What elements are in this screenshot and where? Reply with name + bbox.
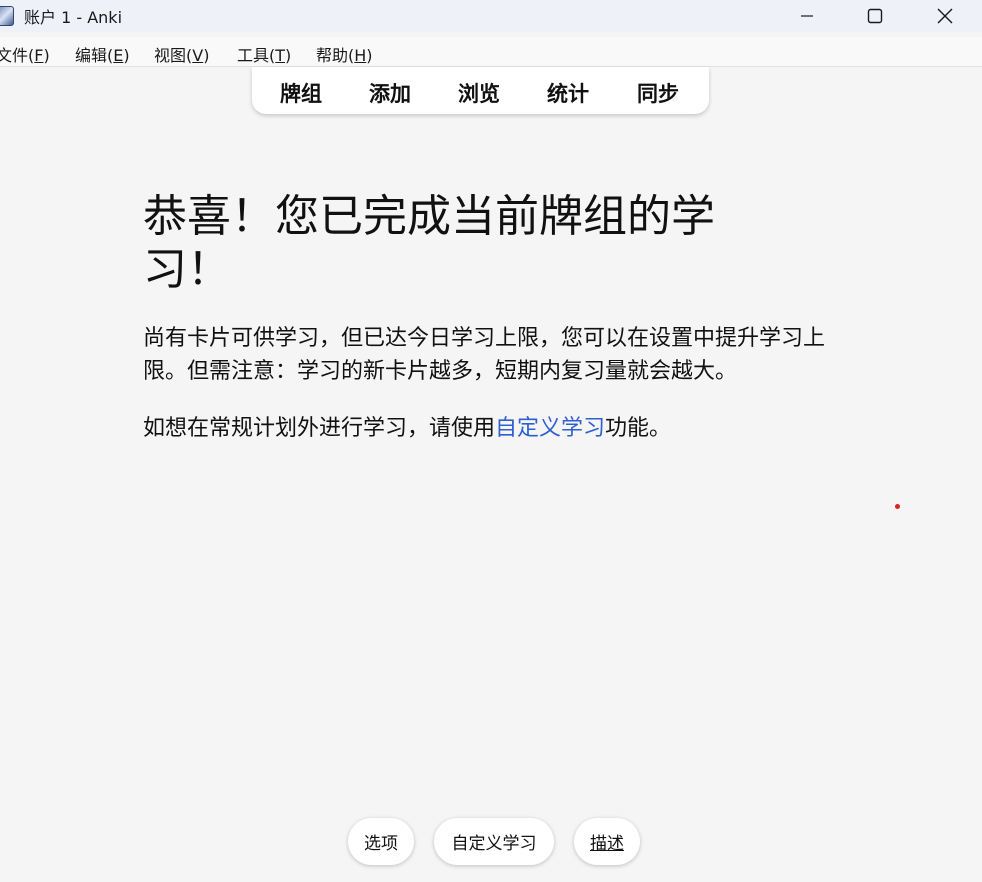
main-toolbar: 牌组 添加 浏览 统计 同步 xyxy=(252,67,709,114)
menu-edit[interactable]: 编辑(E) xyxy=(75,42,130,66)
marker-dot xyxy=(895,504,900,509)
limit-reached-message: 尚有卡片可供学习，但已达今日学习上限，您可以在设置中提升学习上限。但需注意：学习… xyxy=(143,326,826,384)
toolbar-add-button[interactable]: 添加 xyxy=(369,78,411,108)
toolbar-stats-button[interactable]: 统计 xyxy=(547,78,589,108)
options-button[interactable]: 选项 xyxy=(348,818,414,865)
custom-study-link[interactable]: 自定义学习 xyxy=(495,416,605,441)
anki-window: 账户 1 - Anki 文件(F) 编辑(E) 视图(V) 工具(T) 帮助(H… xyxy=(0,0,982,882)
menu-help[interactable]: 帮助(H) xyxy=(316,42,373,66)
congrats-heading: 恭喜！您已完成当前牌组的学习！ xyxy=(143,191,715,295)
menu-tools[interactable]: 工具(T) xyxy=(237,42,291,66)
menu-view[interactable]: 视图(V) xyxy=(154,42,209,66)
toolbar-sync-button[interactable]: 同步 xyxy=(637,78,679,108)
close-icon xyxy=(937,8,953,24)
toolbar-decks-button[interactable]: 牌组 xyxy=(280,78,322,108)
title-bar[interactable]: 账户 1 - Anki xyxy=(0,0,982,32)
toolbar-browse-button[interactable]: 浏览 xyxy=(458,78,500,108)
maximize-button[interactable] xyxy=(852,0,898,32)
close-button[interactable] xyxy=(922,0,968,32)
menu-bar: 文件(F) 编辑(E) 视图(V) 工具(T) 帮助(H) xyxy=(0,37,982,67)
maximize-icon xyxy=(867,8,883,24)
custom-study-button[interactable]: 自定义学习 xyxy=(434,818,554,865)
menu-file[interactable]: 文件(F) xyxy=(0,42,50,66)
describe-button[interactable]: 描述 xyxy=(574,818,640,865)
minimize-icon xyxy=(801,15,813,17)
custom-study-hint: 如想在常规计划外进行学习，请使用自定义学习功能。 xyxy=(143,416,672,441)
window-title: 账户 1 - Anki xyxy=(24,8,123,27)
minimize-button[interactable] xyxy=(784,0,830,32)
anki-icon[interactable] xyxy=(0,6,14,26)
